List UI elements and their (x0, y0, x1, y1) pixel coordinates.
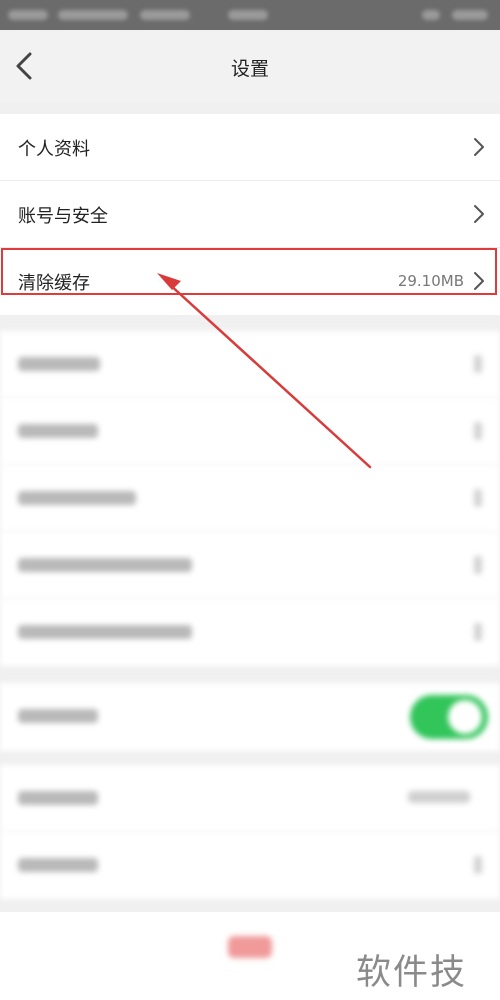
settings-item-blurred[interactable] (0, 832, 500, 899)
settings-item-label: 个人资料 (18, 139, 90, 160)
settings-item-toggle-blurred (0, 683, 500, 750)
settings-item-clear-cache[interactable]: 清除缓存 29.10MB (0, 248, 500, 315)
watermark: 软件技巧 (350, 934, 500, 1000)
settings-item-blurred[interactable] (0, 398, 500, 465)
settings-item-blurred[interactable] (0, 331, 500, 398)
toggle-knob (448, 700, 482, 734)
settings-item-label: 账号与安全 (18, 206, 108, 227)
status-bar (0, 0, 500, 30)
settings-group-blurred-2 (0, 765, 500, 899)
settings-group-toggle (0, 683, 500, 751)
toggle-switch[interactable] (410, 695, 488, 739)
settings-item-blurred[interactable] (0, 765, 500, 832)
chevron-right-icon (474, 272, 484, 290)
logout-label-blurred (228, 936, 272, 958)
cache-size-value: 29.10MB (397, 272, 464, 290)
nav-bar: 设置 (0, 30, 500, 102)
settings-item-account-security[interactable]: 账号与安全 (0, 181, 500, 248)
settings-item-blurred[interactable] (0, 532, 500, 599)
watermark-text: 软件技巧 (356, 953, 468, 993)
settings-item-blurred[interactable] (0, 599, 500, 666)
page-title: 设置 (230, 58, 269, 80)
settings-item-label: 清除缓存 (18, 273, 90, 294)
settings-item-profile[interactable]: 个人资料 (0, 114, 500, 181)
settings-group-account: 个人资料 账号与安全 清除缓存 29.10MB (0, 114, 500, 315)
chevron-right-icon (474, 205, 484, 223)
settings-item-blurred[interactable] (0, 465, 500, 532)
settings-group-blurred (0, 331, 500, 666)
chevron-right-icon (474, 138, 484, 156)
